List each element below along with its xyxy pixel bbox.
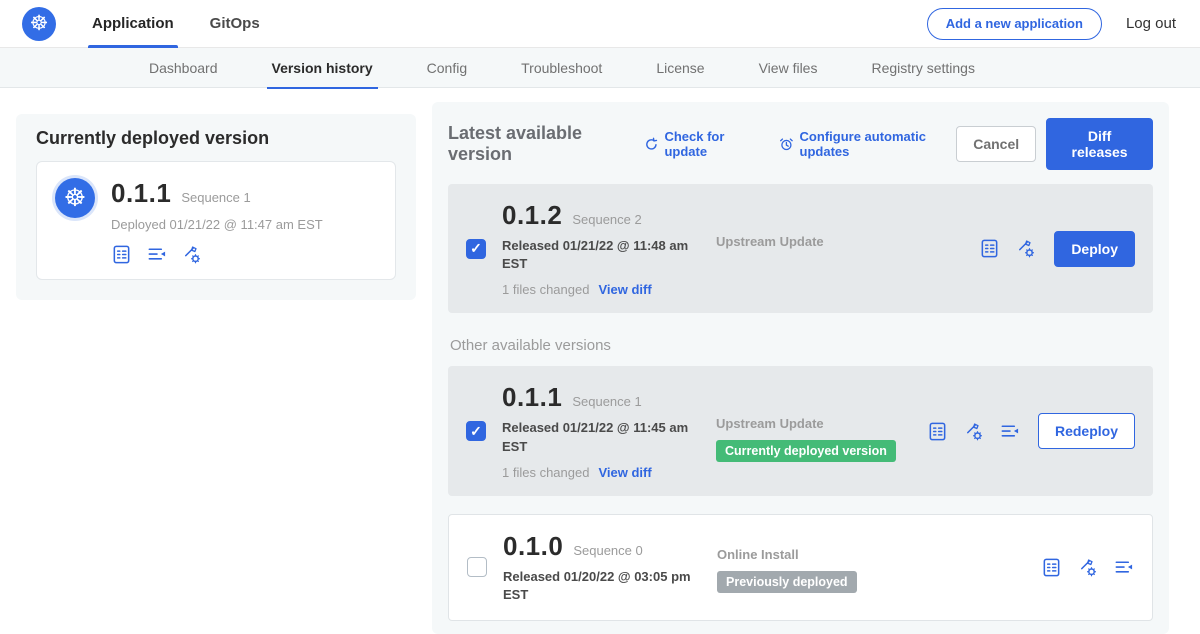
release-notes-icon[interactable]: [111, 244, 132, 265]
subnav-item-registry-settings[interactable]: Registry settings: [844, 48, 1001, 88]
logs-icon[interactable]: [1113, 557, 1134, 578]
deployed-sequence-label: Sequence 1: [181, 190, 250, 205]
version-checkbox[interactable]: [467, 557, 487, 577]
sequence-label: Sequence 1: [572, 394, 641, 409]
checkbox-cell: [464, 382, 500, 479]
deployed-version-card: ☸ 0.1.1 Sequence 1 Deployed 01/21/22 @ 1…: [36, 161, 396, 280]
currently-deployed-badge: Currently deployed version: [716, 440, 896, 462]
config-icon[interactable]: [1015, 238, 1036, 259]
tab-gitops[interactable]: GitOps: [210, 0, 260, 48]
main-content: Currently deployed version ☸ 0.1.1 Seque…: [0, 88, 1200, 634]
files-line: 1 files changed View diff: [502, 282, 716, 297]
version-row: 0.1.2 Sequence 2 Released 01/21/22 @ 11:…: [448, 184, 1153, 313]
deployed-version-line: 0.1.1 Sequence 1: [111, 178, 323, 209]
currently-deployed-panel: Currently deployed version ☸ 0.1.1 Seque…: [16, 114, 416, 300]
version-number: 0.1.0: [503, 531, 563, 562]
version-checkbox[interactable]: [466, 421, 486, 441]
released-timestamp: Released 01/20/22 @ 03:05 pm EST: [503, 568, 699, 604]
version-line: 0.1.0 Sequence 0: [503, 531, 717, 562]
helm-wheel-glyph: ☸: [64, 186, 86, 211]
config-icon[interactable]: [1077, 557, 1098, 578]
version-info: 0.1.2 Sequence 2 Released 01/21/22 @ 11:…: [500, 200, 716, 297]
check-for-update-link[interactable]: Check for update: [644, 129, 757, 159]
version-actions: Deploy: [979, 231, 1137, 267]
subnav-item-view-files[interactable]: View files: [732, 48, 845, 88]
latest-version-header: Latest available version Check for updat…: [448, 118, 1153, 170]
other-versions-title: Other available versions: [450, 337, 1153, 354]
sequence-label: Sequence 2: [572, 212, 641, 227]
source-label: Online Install: [717, 547, 1041, 562]
kubernetes-logo-icon: ☸: [22, 7, 56, 41]
refresh-icon: [644, 136, 659, 153]
version-number: 0.1.1: [502, 382, 562, 413]
deploy-button[interactable]: Deploy: [1054, 231, 1135, 267]
version-checkbox[interactable]: [466, 239, 486, 259]
version-source: Upstream Update Currently deployed versi…: [716, 382, 927, 479]
deployed-panel-title: Currently deployed version: [36, 128, 396, 149]
checkbox-cell: [464, 200, 500, 297]
deployed-version-info: 0.1.1 Sequence 1 Deployed 01/21/22 @ 11:…: [111, 178, 323, 265]
source-label: Upstream Update: [716, 234, 979, 249]
tab-application[interactable]: Application: [92, 0, 174, 48]
top-navbar: ☸ Application GitOps Add a new applicati…: [0, 0, 1200, 48]
config-icon[interactable]: [181, 244, 202, 265]
check-for-update-label: Check for update: [664, 129, 756, 159]
topnav-right: Add a new application Log out: [927, 8, 1176, 40]
deployed-version-number: 0.1.1: [111, 178, 171, 209]
release-notes-icon[interactable]: [1041, 557, 1062, 578]
app-root: ☸ Application GitOps Add a new applicati…: [0, 0, 1200, 634]
view-diff-link[interactable]: View diff: [598, 282, 651, 297]
subnav-item-license[interactable]: License: [629, 48, 731, 88]
released-timestamp: Released 01/21/22 @ 11:48 am EST: [502, 237, 698, 273]
logout-button[interactable]: Log out: [1126, 15, 1176, 32]
diff-releases-button[interactable]: Diff releases: [1046, 118, 1153, 170]
view-diff-link[interactable]: View diff: [598, 465, 651, 480]
logs-icon[interactable]: [999, 421, 1020, 442]
version-row: 0.1.1 Sequence 1 Released 01/21/22 @ 11:…: [448, 366, 1153, 495]
version-source: Upstream Update: [716, 200, 979, 297]
released-timestamp: Released 01/21/22 @ 11:45 am EST: [502, 419, 698, 455]
release-notes-icon[interactable]: [979, 238, 1000, 259]
subnav-item-version-history[interactable]: Version history: [245, 48, 400, 88]
release-notes-icon[interactable]: [927, 421, 948, 442]
version-line: 0.1.1 Sequence 1: [502, 382, 716, 413]
files-changed-label: 1 files changed: [502, 282, 589, 297]
version-info: 0.1.1 Sequence 1 Released 01/21/22 @ 11:…: [500, 382, 716, 479]
deployed-action-icons: [111, 244, 323, 265]
configure-automatic-updates-link[interactable]: Configure automatic updates: [779, 129, 956, 159]
version-actions: Redeploy: [927, 413, 1137, 449]
version-line: 0.1.2 Sequence 2: [502, 200, 716, 231]
deployed-timestamp: Deployed 01/21/22 @ 11:47 am EST: [111, 217, 323, 232]
latest-version-title: Latest available version: [448, 123, 626, 165]
configure-automatic-updates-label: Configure automatic updates: [800, 129, 957, 159]
add-new-application-button[interactable]: Add a new application: [927, 8, 1102, 40]
subnav-item-dashboard[interactable]: Dashboard: [122, 48, 245, 88]
version-row: 0.1.0 Sequence 0 Released 01/20/22 @ 03:…: [448, 514, 1153, 621]
config-icon[interactable]: [963, 421, 984, 442]
version-actions: [1041, 557, 1136, 578]
logs-icon[interactable]: [146, 244, 167, 265]
helm-wheel-glyph: ☸: [30, 13, 49, 34]
secondary-navbar: Dashboard Version history Config Trouble…: [0, 48, 1200, 88]
top-tabs: Application GitOps: [56, 0, 260, 48]
app-logo-icon: ☸: [55, 178, 95, 218]
checkbox-cell: [465, 531, 501, 604]
version-number: 0.1.2: [502, 200, 562, 231]
previously-deployed-badge: Previously deployed: [717, 571, 857, 593]
sequence-label: Sequence 0: [573, 543, 642, 558]
version-source: Online Install Previously deployed: [717, 531, 1041, 604]
subnav-item-config[interactable]: Config: [400, 48, 494, 88]
redeploy-button[interactable]: Redeploy: [1038, 413, 1135, 449]
clock-icon: [779, 136, 794, 153]
cancel-button[interactable]: Cancel: [956, 126, 1036, 162]
files-changed-label: 1 files changed: [502, 465, 589, 480]
version-info: 0.1.0 Sequence 0 Released 01/20/22 @ 03:…: [501, 531, 717, 604]
subnav-item-troubleshoot[interactable]: Troubleshoot: [494, 48, 629, 88]
source-label: Upstream Update: [716, 416, 927, 431]
files-line: 1 files changed View diff: [502, 465, 716, 480]
version-history-panel: Latest available version Check for updat…: [432, 102, 1169, 634]
